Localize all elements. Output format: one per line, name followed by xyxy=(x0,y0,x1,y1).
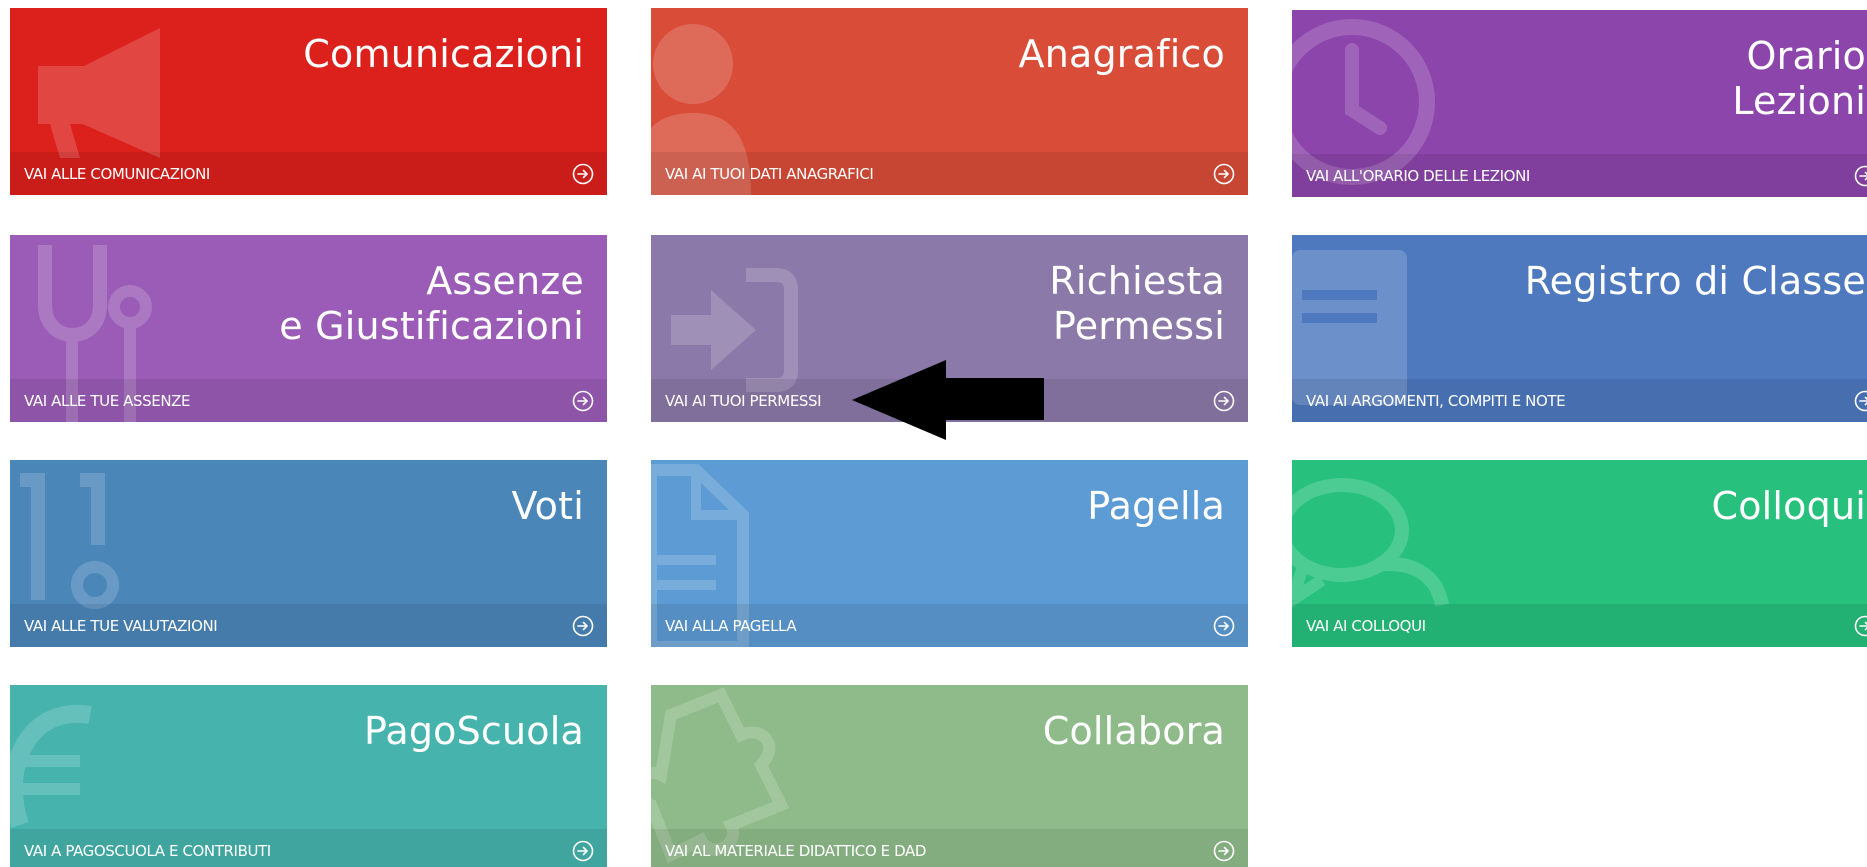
arrow-circle-right-icon[interactable] xyxy=(1213,163,1235,185)
pointer-arrow-icon xyxy=(852,360,1044,440)
tile-pagoscuola[interactable]: PagoScuola VAI A PAGOSCUOLA E CONTRIBUTI xyxy=(10,685,607,867)
tile-footer[interactable]: VAI ALLA PAGELLA xyxy=(651,604,1248,647)
tile-voti[interactable]: Voti VAI ALLE TUE VALUTAZIONI xyxy=(10,460,607,647)
tile-link-label[interactable]: VAI AI TUOI DATI ANAGRAFICI xyxy=(665,165,874,183)
tile-title: Pagella xyxy=(1087,484,1225,528)
tile-orario[interactable]: Orario Lezioni VAI ALL'ORARIO DELLE LEZI… xyxy=(1292,10,1867,197)
tile-pagella[interactable]: Pagella VAI ALLA PAGELLA xyxy=(651,460,1248,647)
tile-link-label[interactable]: VAI AI TUOI PERMESSI xyxy=(665,392,822,410)
tile-anagrafico[interactable]: Anagrafico VAI AI TUOI DATI ANAGRAFICI xyxy=(651,8,1248,195)
tile-registro[interactable]: Registro di Classe VAI AI ARGOMENTI, COM… xyxy=(1292,235,1867,422)
arrow-circle-right-icon[interactable] xyxy=(1854,390,1867,412)
arrow-circle-right-icon[interactable] xyxy=(572,163,594,185)
tile-title: Voti xyxy=(511,484,584,528)
tile-title: Richiesta Permessi xyxy=(1049,259,1225,348)
tile-title: Collabora xyxy=(1042,709,1225,753)
tile-footer[interactable]: VAI ALL'ORARIO DELLE LEZIONI xyxy=(1292,154,1867,197)
tile-title: Registro di Classe xyxy=(1524,259,1866,303)
tile-link-label[interactable]: VAI ALL'ORARIO DELLE LEZIONI xyxy=(1306,167,1530,185)
tile-collabora[interactable]: Collabora VAI AL MATERIALE DIDATTICO E D… xyxy=(651,685,1248,867)
tile-footer[interactable]: VAI AL MATERIALE DIDATTICO E DAD xyxy=(651,829,1248,867)
tile-title: Anagrafico xyxy=(1018,32,1225,76)
tile-link-label[interactable]: VAI AI ARGOMENTI, COMPITI E NOTE xyxy=(1306,392,1566,410)
tile-colloqui[interactable]: Colloqui VAI AI COLLOQUI xyxy=(1292,460,1867,647)
tile-link-label[interactable]: VAI ALLA PAGELLA xyxy=(665,617,797,635)
tile-footer[interactable]: VAI A PAGOSCUOLA E CONTRIBUTI xyxy=(10,829,607,867)
tile-comunicazioni[interactable]: Comunicazioni VAI ALLE COMUNICAZIONI xyxy=(10,8,607,195)
tile-footer[interactable]: VAI AI ARGOMENTI, COMPITI E NOTE xyxy=(1292,379,1867,422)
arrow-circle-right-icon[interactable] xyxy=(572,840,594,862)
arrow-circle-right-icon[interactable] xyxy=(1213,615,1235,637)
dashboard-grid: Comunicazioni VAI ALLE COMUNICAZIONI Ana… xyxy=(0,0,1867,867)
arrow-circle-right-icon[interactable] xyxy=(1854,165,1867,187)
tile-footer[interactable]: VAI AI COLLOQUI xyxy=(1292,604,1867,647)
tile-footer[interactable]: VAI AI TUOI DATI ANAGRAFICI xyxy=(651,152,1248,195)
arrow-circle-right-icon[interactable] xyxy=(1213,390,1235,412)
tile-link-label[interactable]: VAI AI COLLOQUI xyxy=(1306,617,1426,635)
tile-footer[interactable]: VAI ALLE COMUNICAZIONI xyxy=(10,152,607,195)
tile-link-label[interactable]: VAI AL MATERIALE DIDATTICO E DAD xyxy=(665,842,926,860)
arrow-circle-right-icon[interactable] xyxy=(1854,615,1867,637)
tile-title: Comunicazioni xyxy=(303,32,584,76)
tile-title: Orario Lezioni xyxy=(1732,34,1866,123)
tile-title: PagoScuola xyxy=(363,709,584,753)
arrow-circle-right-icon[interactable] xyxy=(1213,840,1235,862)
tile-link-label[interactable]: VAI A PAGOSCUOLA E CONTRIBUTI xyxy=(24,842,271,860)
arrow-circle-right-icon[interactable] xyxy=(572,390,594,412)
tile-footer[interactable]: VAI ALLE TUE ASSENZE xyxy=(10,379,607,422)
arrow-circle-right-icon[interactable] xyxy=(572,615,594,637)
tile-footer[interactable]: VAI ALLE TUE VALUTAZIONI xyxy=(10,604,607,647)
tile-link-label[interactable]: VAI ALLE TUE VALUTAZIONI xyxy=(24,617,218,635)
tile-link-label[interactable]: VAI ALLE TUE ASSENZE xyxy=(24,392,191,410)
tile-title: Assenze e Giustificazioni xyxy=(279,259,584,348)
tile-link-label[interactable]: VAI ALLE COMUNICAZIONI xyxy=(24,165,210,183)
tile-assenze[interactable]: Assenze e Giustificazioni VAI ALLE TUE A… xyxy=(10,235,607,422)
tile-title: Colloqui xyxy=(1711,484,1866,528)
